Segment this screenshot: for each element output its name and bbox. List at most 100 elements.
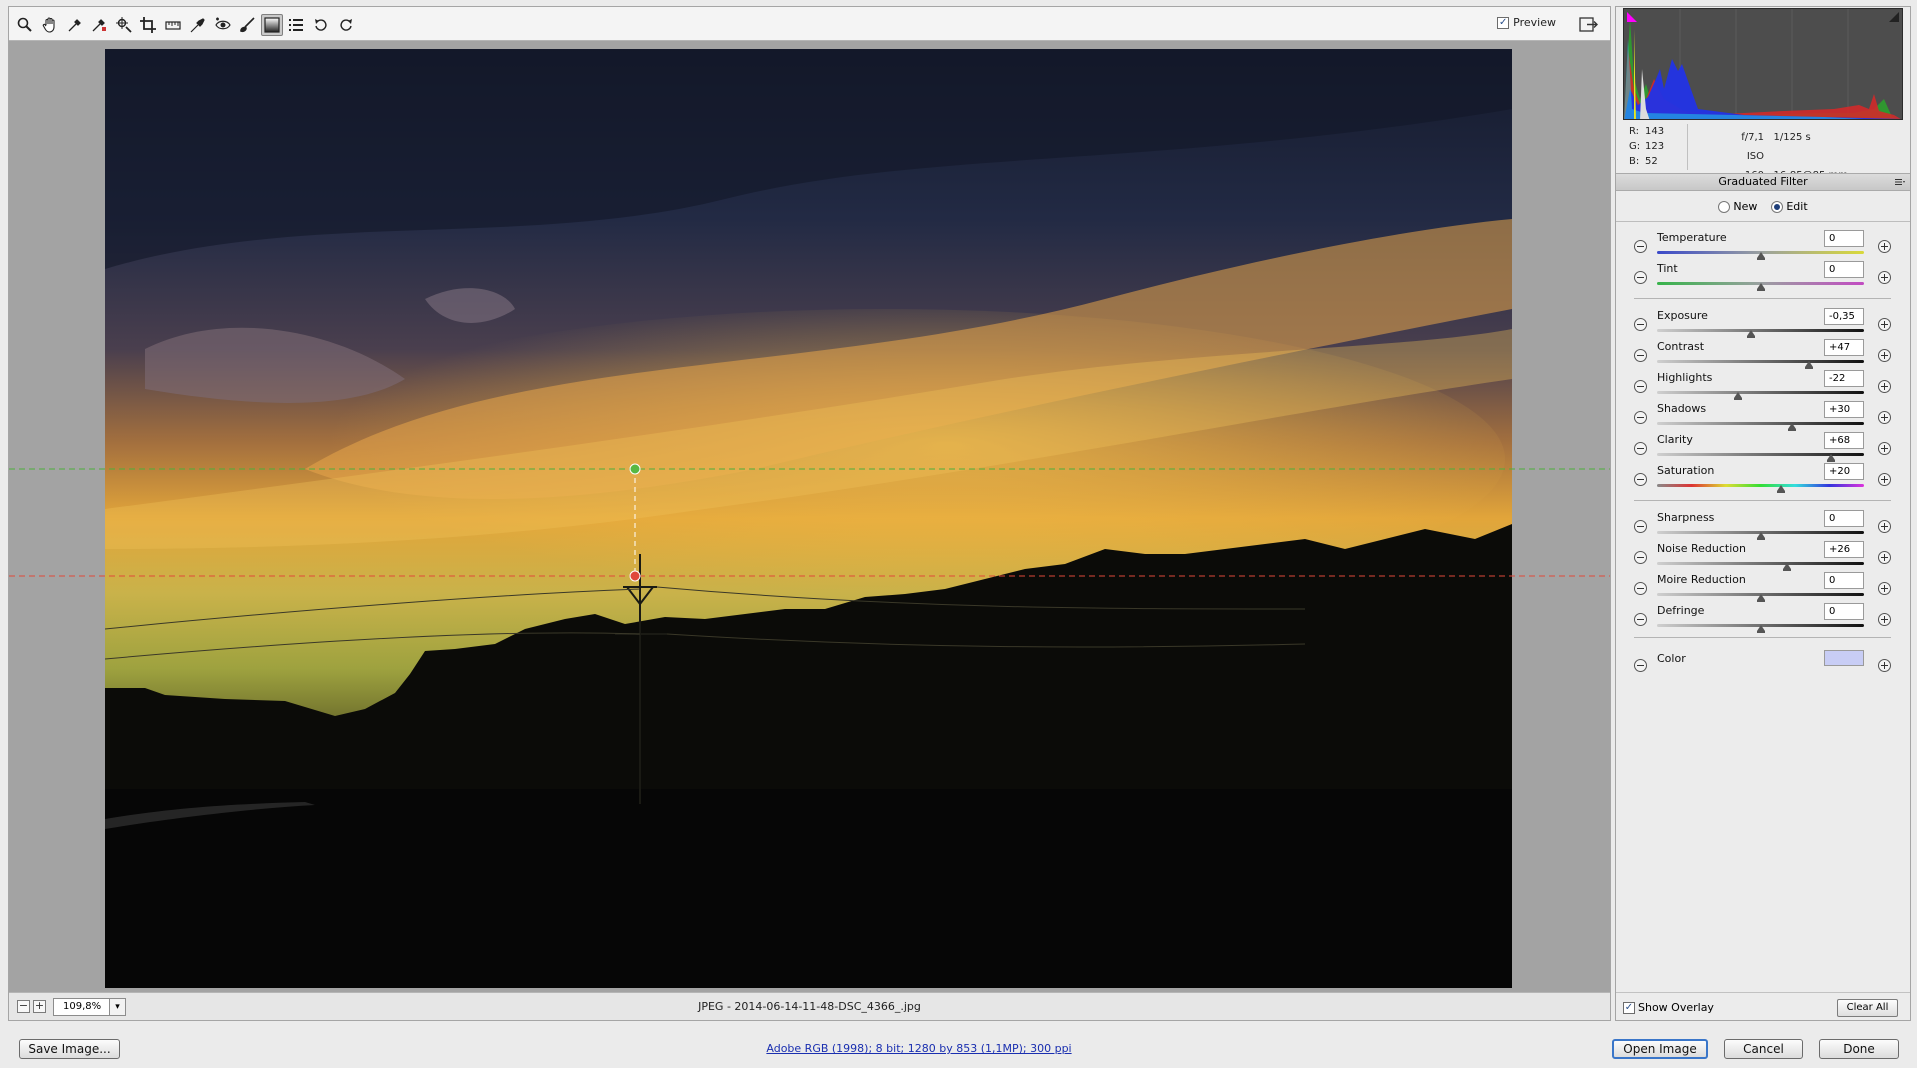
zoom-icon[interactable]	[14, 14, 36, 36]
moire-reduction-thumb[interactable]	[1756, 591, 1765, 602]
shadows-increase-icon[interactable]	[1878, 411, 1891, 424]
sharpness-increase-icon[interactable]	[1878, 520, 1891, 533]
defringe-value-field[interactable]: 0	[1824, 603, 1864, 620]
fullscreen-icon[interactable]	[1578, 15, 1600, 35]
temperature-value-field[interactable]: 0	[1824, 230, 1864, 247]
noise-reduction-thumb[interactable]	[1783, 560, 1792, 571]
cancel-button[interactable]: Cancel	[1724, 1039, 1803, 1059]
shadows-value-field[interactable]: +30	[1824, 401, 1864, 418]
tint-increase-icon[interactable]	[1878, 271, 1891, 284]
mode-new-dot[interactable]	[1718, 200, 1731, 213]
targeted-adjustment-icon[interactable]	[113, 14, 135, 36]
preview-label: Preview	[1513, 16, 1556, 29]
preferences-icon[interactable]	[285, 14, 307, 36]
clarity-value-field[interactable]: +68	[1824, 432, 1864, 449]
spot-removal-icon[interactable]	[187, 14, 209, 36]
noise-reduction-increase-icon[interactable]	[1878, 551, 1891, 564]
workflow-options-link[interactable]: Adobe RGB (1998); 8 bit; 1280 by 853 (1,…	[0, 1042, 1838, 1055]
b-value: 52	[1645, 156, 1658, 167]
tint-decrease-icon[interactable]	[1634, 271, 1647, 284]
clarity-increase-icon[interactable]	[1878, 442, 1891, 455]
sharpness-thumb[interactable]	[1756, 529, 1765, 540]
color-sampler-icon[interactable]	[88, 14, 110, 36]
tint-value-field[interactable]: 0	[1824, 261, 1864, 278]
open-image-button[interactable]: Open Image	[1612, 1039, 1708, 1059]
straighten-icon[interactable]	[162, 14, 184, 36]
clarity-thumb[interactable]	[1826, 451, 1835, 462]
show-overlay-toggle[interactable]: ✓ Show Overlay	[1623, 1001, 1714, 1014]
preview-checkbox[interactable]: ✓	[1497, 16, 1510, 29]
preview-toggle[interactable]: ✓ Preview	[1497, 16, 1556, 29]
contrast-track[interactable]	[1657, 360, 1864, 363]
moire-reduction-value-field[interactable]: 0	[1824, 572, 1864, 589]
noise-reduction-value-field[interactable]: +26	[1824, 541, 1864, 558]
saturation-thumb[interactable]	[1777, 482, 1786, 493]
saturation-decrease-icon[interactable]	[1634, 473, 1647, 486]
filter-end-pin[interactable]	[629, 570, 641, 582]
clarity-decrease-icon[interactable]	[1634, 442, 1647, 455]
temperature-thumb[interactable]	[1756, 249, 1765, 260]
graduated-filter-icon[interactable]	[261, 14, 283, 36]
highlights-track[interactable]	[1657, 391, 1864, 394]
red-eye-icon[interactable]	[212, 14, 234, 36]
slider-defringe: Defringe 0	[1616, 603, 1910, 634]
slider-sharpness: Sharpness 0	[1616, 510, 1910, 541]
contrast-increase-icon[interactable]	[1878, 349, 1891, 362]
shadow-clipping-warning-icon[interactable]	[1626, 11, 1638, 23]
r-label: R:	[1629, 126, 1640, 137]
exposure-track[interactable]	[1657, 329, 1864, 332]
color-decrease-icon[interactable]	[1634, 659, 1647, 672]
highlights-decrease-icon[interactable]	[1634, 380, 1647, 393]
contrast-value-field[interactable]: +47	[1824, 339, 1864, 356]
rotate-left-icon[interactable]	[310, 14, 332, 36]
exposure-increase-icon[interactable]	[1878, 318, 1891, 331]
show-overlay-checkbox[interactable]: ✓	[1623, 1001, 1635, 1014]
tint-thumb[interactable]	[1756, 280, 1765, 291]
hand-icon[interactable]	[39, 14, 61, 36]
defringe-increase-icon[interactable]	[1878, 613, 1891, 626]
noise-reduction-track[interactable]	[1657, 562, 1864, 565]
highlights-thumb[interactable]	[1733, 389, 1742, 400]
mode-new-radio[interactable]: New	[1718, 200, 1757, 213]
color-increase-icon[interactable]	[1878, 659, 1891, 672]
mode-edit-dot[interactable]	[1771, 200, 1784, 213]
sharpness-decrease-icon[interactable]	[1634, 520, 1647, 533]
temperature-decrease-icon[interactable]	[1634, 240, 1647, 253]
image-canvas[interactable]	[9, 42, 1610, 993]
moire-reduction-increase-icon[interactable]	[1878, 582, 1891, 595]
clear-all-button[interactable]: Clear All	[1837, 999, 1898, 1017]
highlight-clipping-warning-icon[interactable]	[1888, 11, 1900, 23]
saturation-value-field[interactable]: +20	[1824, 463, 1864, 480]
adjustment-brush-icon[interactable]	[236, 14, 258, 36]
noise-reduction-decrease-icon[interactable]	[1634, 551, 1647, 564]
contrast-thumb[interactable]	[1805, 358, 1814, 369]
exposure-thumb[interactable]	[1747, 327, 1756, 338]
exposure-value-field[interactable]: -0,35	[1824, 308, 1864, 325]
exposure-decrease-icon[interactable]	[1634, 318, 1647, 331]
shadows-thumb[interactable]	[1787, 420, 1796, 431]
highlights-value-field[interactable]: -22	[1824, 370, 1864, 387]
defringe-decrease-icon[interactable]	[1634, 613, 1647, 626]
rotate-right-icon[interactable]	[335, 14, 357, 36]
highlights-increase-icon[interactable]	[1878, 380, 1891, 393]
color-swatch[interactable]	[1824, 650, 1864, 666]
defringe-thumb[interactable]	[1756, 622, 1765, 633]
mode-edit-radio[interactable]: Edit	[1771, 200, 1808, 213]
sharpness-value-field[interactable]: 0	[1824, 510, 1864, 527]
graduated-filter-overlay[interactable]	[9, 42, 1610, 993]
shadows-track[interactable]	[1657, 422, 1864, 425]
saturation-track[interactable]	[1657, 484, 1864, 487]
panel-menu-icon[interactable]	[1894, 176, 1906, 188]
shadows-decrease-icon[interactable]	[1634, 411, 1647, 424]
color-row: Color	[1616, 649, 1910, 680]
white-balance-icon[interactable]	[64, 14, 86, 36]
saturation-increase-icon[interactable]	[1878, 473, 1891, 486]
done-button[interactable]: Done	[1819, 1039, 1899, 1059]
filter-start-pin[interactable]	[629, 463, 641, 475]
contrast-decrease-icon[interactable]	[1634, 349, 1647, 362]
crop-icon[interactable]	[137, 14, 159, 36]
temperature-increase-icon[interactable]	[1878, 240, 1891, 253]
panel-footer: ✓ Show Overlay Clear All	[1616, 992, 1910, 1020]
moire-reduction-decrease-icon[interactable]	[1634, 582, 1647, 595]
status-bar: − + 109,8% ▾ JPEG - 2014-06-14-11-48-DSC…	[9, 992, 1610, 1020]
